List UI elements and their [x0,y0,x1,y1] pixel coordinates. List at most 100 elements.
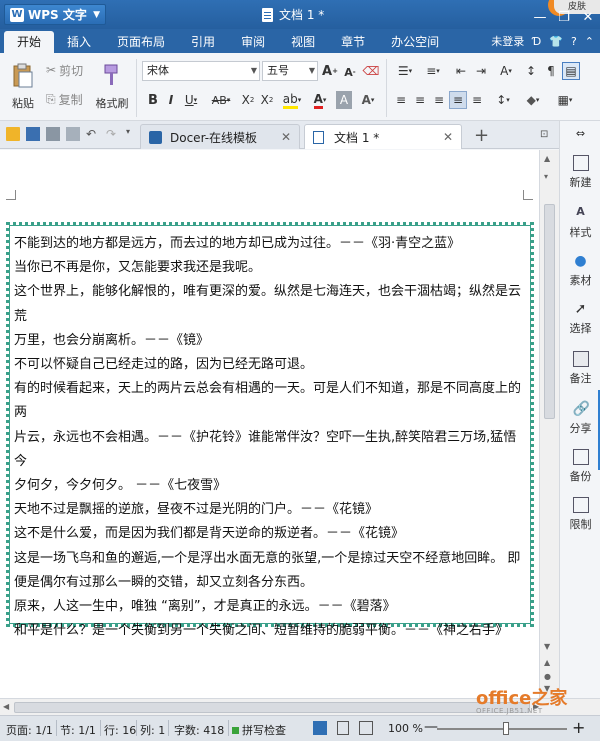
show-marks-icon[interactable]: ¶ [542,62,560,80]
select-browse-icon[interactable]: ● [544,672,551,681]
close-icon[interactable]: ✕ [576,6,600,30]
ruler-toggle-icon[interactable]: ▾ [544,172,548,181]
close-icon[interactable]: ✕ [281,130,291,144]
sidepanel-select[interactable]: ➚ 选择 [560,301,600,336]
font-name-select[interactable]: 宋体 ▼ [142,61,260,81]
sort-icon[interactable]: ↕ [522,62,540,80]
scroll-up-icon[interactable]: ▲ [544,154,550,163]
tab-review[interactable]: 审阅 [228,31,278,53]
skin-icon[interactable]: Ɗ [532,35,541,48]
tab-view[interactable]: 视图 [278,31,328,53]
tab-page-layout[interactable]: 页面布局 [104,31,178,53]
status-word-count[interactable]: 字数: 418 [174,722,224,738]
page-view-icon[interactable] [313,721,327,735]
strikethrough-icon[interactable]: AB ▾ [206,91,236,109]
spell-check-toggle[interactable]: 拼写检查 [232,722,286,738]
sidepanel-restrict[interactable]: 限制 [560,497,600,532]
sidepanel-styles[interactable]: A 样式 [560,205,600,240]
highlight-icon[interactable]: ab ▾ [280,91,304,109]
tab-office-space[interactable]: 办公空间 [378,31,452,53]
open-folder-icon[interactable] [6,127,20,141]
tab-document-1[interactable]: 文档 1 * ✕ [304,124,462,149]
align-left-icon[interactable]: ≡ [392,91,410,109]
paste-icon [13,63,33,88]
collapse-ribbon-icon[interactable]: ⌃ [585,35,594,48]
layout-panel-icon[interactable]: ▤ [562,62,580,80]
shirt-icon[interactable]: 👕 [549,35,563,48]
app-menu-button[interactable]: W WPS 文字 ▼ [4,4,106,25]
zoom-level[interactable]: 100 % [388,722,423,735]
increase-indent-icon[interactable]: ⇥ [472,62,490,80]
chevron-down-icon[interactable]: ▾ [126,127,140,141]
cut-button[interactable]: ✂ 剪切 [46,62,83,78]
zoom-slider-track[interactable] [437,728,567,730]
shading-icon[interactable]: ◆ ▾ [520,91,546,109]
shrink-font-icon[interactable]: A- [342,63,358,81]
minimize-icon[interactable]: — [528,6,552,30]
scroll-thumb[interactable] [544,204,555,419]
format-painter-button[interactable]: 格式刷 [94,59,130,115]
redo-icon[interactable]: ↷ [106,127,120,141]
title-bar: W WPS 文字 ▼ 文档 1 * 皮肤 — ❐ ✕ [0,0,600,29]
numbered-list-icon[interactable]: ≡ ▾ [420,62,446,80]
bold-icon[interactable]: B [146,91,160,109]
sidepanel-new[interactable]: 新建 [560,155,600,190]
tab-chapter[interactable]: 章节 [328,31,378,53]
page[interactable]: 不能到达的地方都是远方，而去过的地方却已成为过往。－－《羽·青空之蓝》 当你已不… [0,150,539,698]
help-icon[interactable]: ? [571,35,577,48]
align-center-icon[interactable]: ≡ [411,91,429,109]
status-section[interactable]: 节: 1/1 [60,722,96,738]
undo-icon[interactable]: ↶ [86,127,100,141]
print-icon[interactable] [46,127,60,141]
superscript-icon[interactable]: X2 [240,91,256,109]
clear-format-icon[interactable]: ⌫ [362,62,380,80]
sidepanel-backup[interactable]: 备份 [560,449,600,484]
copy-button[interactable]: ⎘ 复制 [46,91,83,107]
login-link[interactable]: 未登录 [491,33,524,49]
save-icon[interactable] [26,127,40,141]
borders-icon[interactable]: ▦ ▾ [552,91,578,109]
sidepanel-share[interactable]: 🔗 分享 [560,401,600,436]
align-right-icon[interactable]: ≡ [430,91,448,109]
vertical-scrollbar[interactable]: ▲ ▾ ▼ ▲ ● ▼ [539,150,559,698]
scroll-left-icon[interactable]: ◀ [3,702,9,711]
subscript-icon[interactable]: X2 [259,91,275,109]
tab-home[interactable]: 开始 [4,31,55,53]
zoom-out-icon[interactable]: — [424,719,438,735]
tab-insert[interactable]: 插入 [54,31,104,53]
font-color-icon[interactable]: A ▾ [308,91,332,109]
text-direction-icon[interactable]: A ▾ [494,62,518,80]
print-preview-icon[interactable] [66,127,80,141]
sidepanel-notes[interactable]: 备注 [560,351,600,386]
prev-page-icon[interactable]: ▲ [544,658,550,667]
distribute-icon[interactable]: ≡ [468,91,486,109]
document-body[interactable]: 不能到达的地方都是远方，而去过的地方却已成为过往。－－《羽·青空之蓝》 当你已不… [14,232,528,643]
paste-button[interactable]: 粘贴 [6,59,40,115]
zoom-slider-thumb[interactable] [503,722,509,735]
sidepanel-collapse[interactable]: ⇔ [560,127,600,140]
scroll-down-icon[interactable]: ▼ [544,642,550,651]
char-shading-icon[interactable]: A [336,91,352,109]
sidepanel-materials[interactable]: ● 素材 [560,253,600,288]
tab-docer-templates[interactable]: Docer-在线模板 ✕ [140,124,300,149]
grow-font-icon[interactable]: A + [322,62,338,80]
close-icon[interactable]: ✕ [443,130,453,144]
web-view-icon[interactable] [359,721,373,735]
status-page[interactable]: 页面: 1/1 [6,722,53,738]
restore-icon[interactable]: ❐ [552,6,576,30]
scroll-thumb[interactable] [14,702,530,713]
tab-references[interactable]: 引用 [178,31,228,53]
zoom-in-icon[interactable]: + [572,718,585,737]
line-spacing-icon[interactable]: ↕ ▾ [490,91,516,109]
decrease-indent-icon[interactable]: ⇤ [452,62,470,80]
justify-icon[interactable]: ≡ [449,91,467,109]
font-size-select[interactable]: 五号 ▼ [262,61,318,81]
italic-icon[interactable]: I [164,91,178,109]
underline-icon[interactable]: U ▾ [181,91,201,109]
new-tab-icon[interactable]: + [474,125,489,146]
text-effect-icon[interactable]: A ▾ [356,91,380,109]
bullet-list-icon[interactable]: ☰ ▾ [392,62,418,80]
outline-view-icon[interactable] [337,721,349,735]
tab-options-icon[interactable]: ⊡ [540,129,548,140]
styles-icon: A [576,205,585,218]
